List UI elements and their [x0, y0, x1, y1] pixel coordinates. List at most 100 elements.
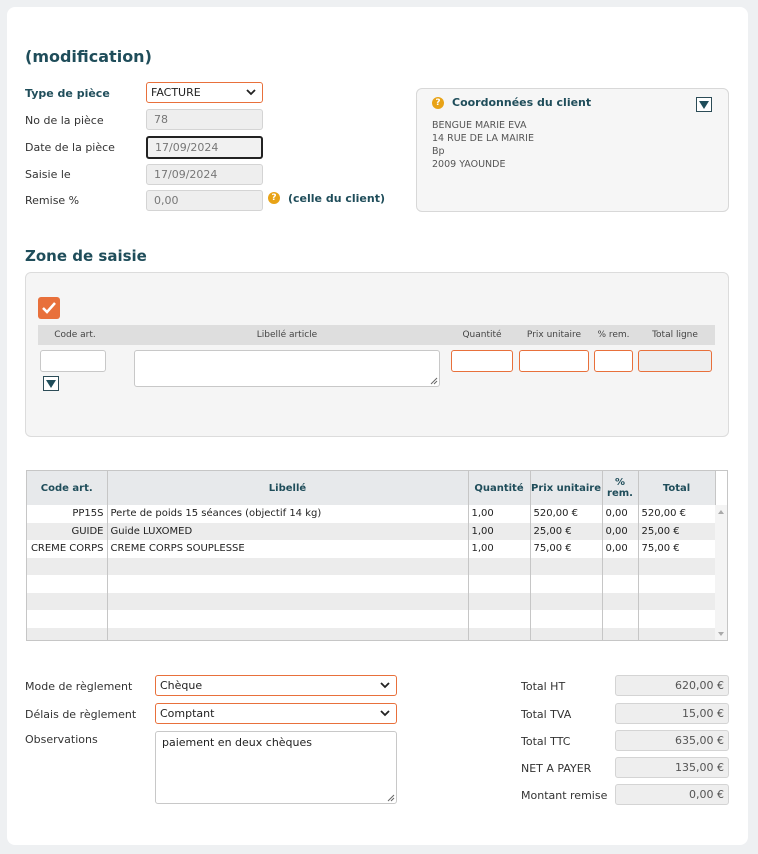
- th-remise[interactable]: % rem.: [602, 471, 639, 505]
- code-art-dropdown-button[interactable]: [43, 376, 59, 391]
- chevron-down-icon: [246, 89, 256, 96]
- cell-empty: [638, 610, 716, 628]
- cell-total: 25,00 €: [638, 522, 716, 540]
- mode-reglement-value: Chèque: [160, 679, 203, 692]
- cell-code: CREME CORPS: [27, 540, 108, 558]
- cell-remise: 0,00: [602, 505, 639, 523]
- date-piece-field[interactable]: 17/09/2024: [146, 136, 263, 159]
- table-row[interactable]: CREME CORPS CREME CORPS SOUPLESSE 1,00 7…: [27, 540, 716, 558]
- cell-prix: 75,00 €: [530, 540, 603, 558]
- client-toggle-button[interactable]: [696, 97, 712, 112]
- cell-remise: 0,00: [602, 522, 639, 540]
- observations-label: Observations: [25, 733, 98, 746]
- cell-empty: [602, 575, 639, 593]
- page-title: (modification): [25, 47, 152, 66]
- cell-empty: [27, 610, 108, 628]
- scroll-up-icon[interactable]: [717, 509, 725, 515]
- table-row[interactable]: PP15S Perte de poids 15 séances (objecti…: [27, 505, 716, 523]
- prix-unitaire-input[interactable]: [519, 350, 589, 372]
- net-a-payer-label: NET A PAYER: [521, 762, 592, 775]
- cell-empty: [638, 575, 716, 593]
- code-art-input[interactable]: [40, 350, 106, 372]
- mode-reglement-label: Mode de règlement: [25, 680, 133, 693]
- cell-empty: [530, 575, 603, 593]
- no-piece-label: No de la pièce: [25, 114, 104, 127]
- date-piece-label: Date de la pièce: [25, 141, 115, 154]
- type-piece-select[interactable]: FACTURE: [146, 82, 263, 103]
- total-tva-label: Total TVA: [521, 708, 572, 721]
- table-row[interactable]: [27, 610, 716, 628]
- cell-empty: [468, 592, 531, 610]
- cell-empty: [107, 592, 469, 610]
- montant-remise-value: 0,00 €: [615, 784, 729, 805]
- entry-col-code: Code art.: [54, 330, 96, 340]
- remise-note: (celle du client): [288, 192, 386, 205]
- chevron-down-icon: [380, 710, 390, 717]
- th-prix-unitaire[interactable]: Prix unitaire: [530, 471, 603, 505]
- cell-empty: [602, 557, 639, 575]
- cell-prix: 520,00 €: [530, 505, 603, 523]
- cell-empty: [468, 610, 531, 628]
- remise-ligne-input[interactable]: [594, 350, 633, 372]
- checkbox-checked-icon[interactable]: [38, 297, 60, 319]
- type-piece-label: Type de pièce: [25, 87, 110, 100]
- table-scrollbar[interactable]: [715, 505, 727, 640]
- cell-quantite: 1,00: [468, 522, 531, 540]
- table-row[interactable]: GUIDE Guide LUXOMED 1,00 25,00 € 0,00 25…: [27, 522, 716, 540]
- montant-remise-label: Montant remise: [521, 789, 608, 802]
- cell-empty: [602, 610, 639, 628]
- client-line: Bp: [432, 146, 445, 157]
- entry-col-libelle: Libellé article: [256, 330, 318, 340]
- table-row[interactable]: [27, 592, 716, 610]
- cell-empty: [27, 592, 108, 610]
- total-ligne-field: [638, 350, 712, 372]
- cell-empty: [107, 557, 469, 575]
- mode-reglement-select[interactable]: Chèque: [155, 675, 397, 696]
- saisie-field: 17/09/2024: [146, 164, 263, 185]
- th-code[interactable]: Code art.: [27, 471, 108, 505]
- resize-handle-icon[interactable]: [430, 377, 438, 385]
- remise-field: 0,00: [146, 190, 263, 211]
- zone-title: Zone de saisie: [25, 247, 147, 265]
- question-circle-icon[interactable]: ?: [268, 192, 280, 204]
- observations-textarea[interactable]: paiement en deux chèques: [155, 731, 397, 804]
- th-quantite[interactable]: Quantité: [468, 471, 531, 505]
- table-row[interactable]: [27, 627, 716, 640]
- cell-libelle: Guide LUXOMED: [107, 522, 469, 540]
- entry-col-qte: Quantité: [462, 330, 502, 340]
- cell-total: 520,00 €: [638, 505, 716, 523]
- remise-label: Remise %: [25, 194, 80, 207]
- cell-empty: [107, 610, 469, 628]
- observations-text: paiement en deux chèques: [162, 736, 313, 749]
- cell-empty: [530, 610, 603, 628]
- table-row[interactable]: [27, 575, 716, 593]
- cell-empty: [468, 557, 531, 575]
- no-piece-field: 78: [146, 109, 263, 130]
- caret-down-icon: [699, 100, 709, 109]
- client-address: BENGUE MARIE EVA 14 RUE DE LA MAIRIE Bp …: [432, 119, 534, 171]
- th-total[interactable]: Total: [638, 471, 716, 505]
- cell-empty: [107, 575, 469, 593]
- cell-empty: [602, 592, 639, 610]
- table-row[interactable]: [27, 557, 716, 575]
- quantite-input[interactable]: [451, 350, 513, 372]
- question-circle-icon[interactable]: ?: [432, 97, 444, 109]
- libelle-article-input[interactable]: [134, 350, 440, 387]
- resize-handle-icon[interactable]: [387, 794, 395, 802]
- cell-libelle: CREME CORPS SOUPLESSE: [107, 540, 469, 558]
- cell-empty: [27, 627, 108, 640]
- cell-empty: [638, 557, 716, 575]
- th-libelle[interactable]: Libellé: [107, 471, 469, 505]
- client-line: 2009 YAOUNDE: [432, 159, 506, 170]
- total-ht-value: 620,00 €: [615, 675, 729, 696]
- lines-table: Code art. Libellé Quantité Prix unitaire…: [27, 471, 716, 640]
- lines-table-container: Code art. Libellé Quantité Prix unitaire…: [26, 470, 728, 641]
- main-panel: (modification) Type de pièce FACTURE No …: [7, 7, 748, 845]
- cell-quantite: 1,00: [468, 505, 531, 523]
- entry-col-pu: Prix unitaire: [526, 330, 582, 340]
- client-line: 14 RUE DE LA MAIRIE: [432, 133, 534, 144]
- delai-reglement-select[interactable]: Comptant: [155, 703, 397, 724]
- cell-empty: [638, 627, 716, 640]
- scroll-down-icon[interactable]: [717, 631, 725, 637]
- net-a-payer-value: 135,00 €: [615, 757, 729, 778]
